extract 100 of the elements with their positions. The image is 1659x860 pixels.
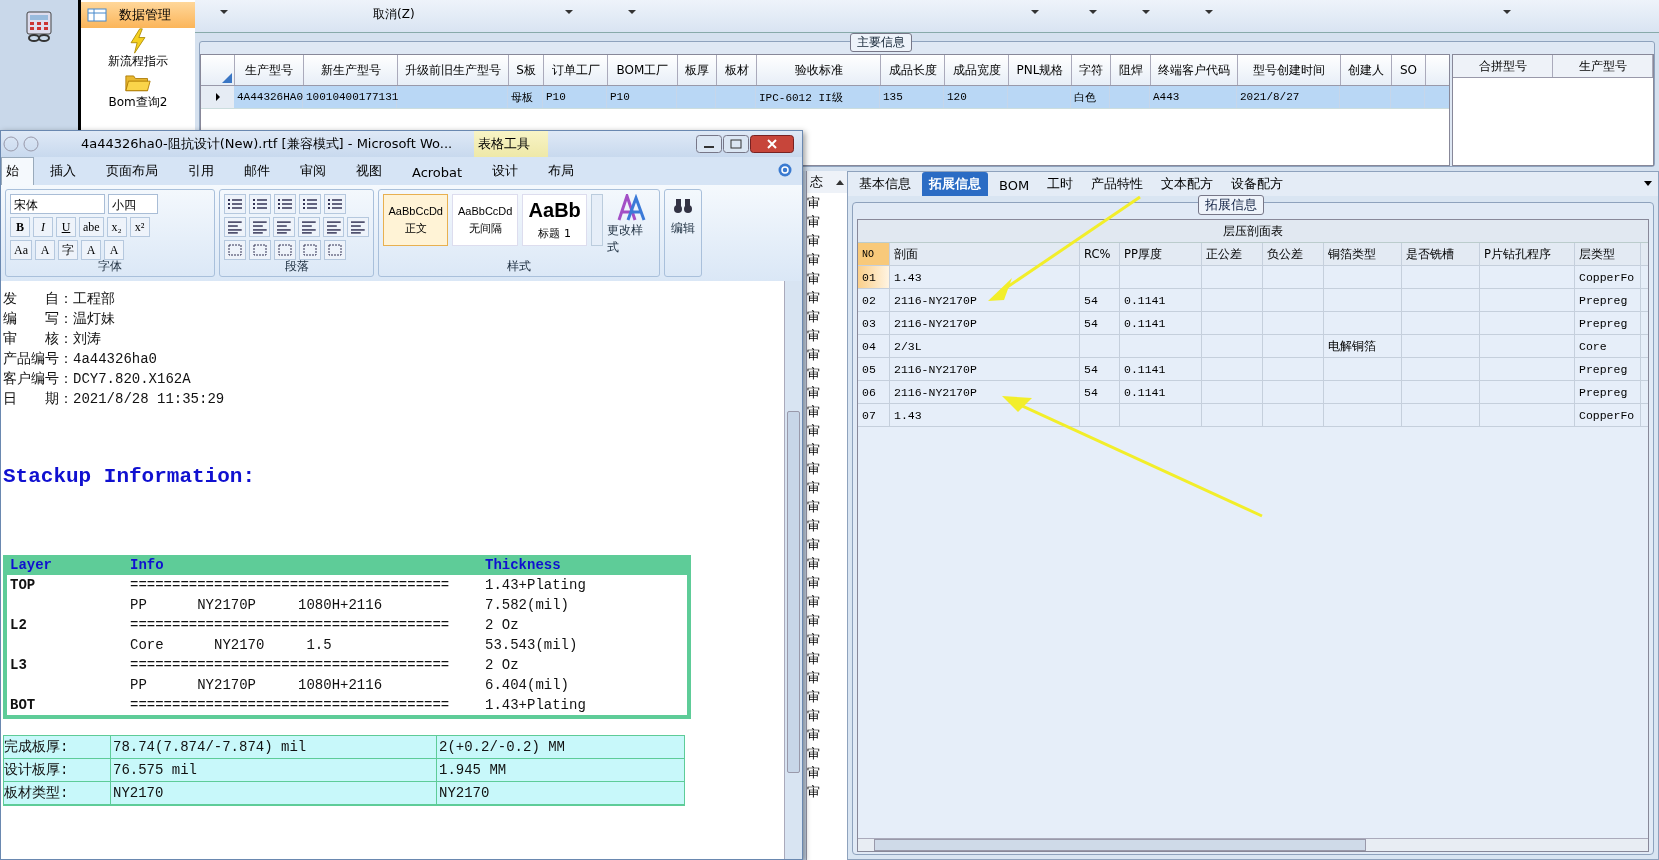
dropdown-caret-icon[interactable] <box>1502 10 1511 14</box>
format-button[interactable]: 字 <box>58 240 78 260</box>
column-header[interactable]: 生产型号 <box>235 55 304 85</box>
horizontal-scrollbar[interactable] <box>858 838 1648 851</box>
sidebar-item[interactable]: Bom查询2 <box>106 69 170 110</box>
column-header[interactable]: 终端客户代码 <box>1151 55 1238 85</box>
ribbon-tab[interactable]: Acrobat <box>398 161 477 185</box>
cancel-button[interactable]: 取消(Z) <box>373 6 415 23</box>
font-size-field[interactable]: 小四 <box>108 194 158 214</box>
ribbon-tab[interactable]: 审阅 <box>286 158 340 185</box>
column-header[interactable]: 成品宽度 <box>945 55 1009 85</box>
column-header[interactable]: 剖面 <box>894 246 918 262</box>
column-header[interactable]: P片钻孔程序 <box>1484 246 1551 262</box>
row-number-cell[interactable]: 07 <box>858 404 889 426</box>
ribbon-tab[interactable]: 视图 <box>342 158 396 185</box>
format-button[interactable]: Aa <box>10 240 32 260</box>
column-header[interactable]: RC% <box>1084 247 1111 261</box>
column-header[interactable]: 订单工厂 <box>544 55 608 85</box>
dropdown-caret-icon[interactable] <box>627 10 636 14</box>
row-number-cell[interactable]: 01 <box>858 266 889 288</box>
scroll-up-icon[interactable] <box>836 179 844 185</box>
column-header[interactable]: 铜箔类型 <box>1328 246 1376 262</box>
align-icon[interactable] <box>248 217 271 237</box>
format-button[interactable]: x₂ <box>106 217 127 237</box>
dropdown-caret-icon[interactable] <box>1030 10 1039 14</box>
column-header[interactable]: 验收标准 <box>757 55 881 85</box>
row-number-cell[interactable]: 05 <box>858 358 889 380</box>
column-header[interactable]: 升级前旧生产型号 <box>398 55 509 85</box>
tab[interactable]: BOM <box>992 175 1037 196</box>
tab[interactable]: 拓展信息 <box>922 172 988 196</box>
sort-corner-icon[interactable] <box>222 73 232 83</box>
tab[interactable]: 工时 <box>1040 172 1081 196</box>
sidebar-item[interactable]: 数据管理 <box>81 2 195 28</box>
close-icon[interactable] <box>750 135 794 153</box>
column-header[interactable]: S板 <box>509 55 544 85</box>
list-icon[interactable] <box>324 194 346 214</box>
column-header[interactable]: BOM工厂 <box>608 55 678 85</box>
format-button[interactable]: B <box>10 217 30 237</box>
format-button[interactable]: A <box>35 240 55 260</box>
ribbon-tab[interactable]: 始 <box>1 157 34 185</box>
style-tile[interactable]: AaBb 标题 1 <box>521 194 588 246</box>
tab[interactable]: 基本信息 <box>852 172 918 196</box>
tab[interactable]: 产品特性 <box>1084 172 1151 196</box>
column-header[interactable]: 合拼型号 <box>1453 55 1553 77</box>
format-button[interactable]: abe <box>79 217 104 237</box>
row-number-cell[interactable]: 03 <box>858 312 889 334</box>
format-button[interactable]: I <box>33 217 53 237</box>
style-tile[interactable]: AaBbCcDd 正文 <box>383 194 449 246</box>
column-header[interactable]: 型号创建时间 <box>1238 55 1341 85</box>
row-number-cell[interactable]: 06 <box>858 381 889 403</box>
grid-row[interactable]: 4A44326HA0 10010400177131 母板 P10 P10 IPC-6012 II级 135 120 白色 A443 2021/8/27 <box>201 86 1449 109</box>
column-header[interactable]: 板材 <box>717 55 757 85</box>
column-header[interactable]: 创建人 <box>1341 55 1392 85</box>
ribbon-tab[interactable]: 页面布局 <box>92 158 172 185</box>
ribbon-tab[interactable]: 插入 <box>36 158 90 185</box>
column-header[interactable]: 字符 <box>1072 55 1111 85</box>
format-button[interactable]: U <box>56 217 76 237</box>
column-header[interactable]: 正公差 <box>1206 246 1242 262</box>
format-button[interactable]: A <box>81 240 101 260</box>
column-header[interactable]: 阻焊 <box>1111 55 1151 85</box>
calculator-icon[interactable] <box>23 10 55 42</box>
dropdown-caret-icon[interactable] <box>564 10 573 14</box>
list-icon[interactable] <box>224 194 246 214</box>
column-header[interactable]: 新生产型号 <box>304 55 398 85</box>
column-header[interactable]: 是否铣槽 <box>1406 246 1454 262</box>
column-header[interactable]: PNL规格 <box>1009 55 1072 85</box>
font-name-field[interactable]: 宋体 <box>10 194 105 214</box>
format-button[interactable]: A <box>104 240 124 260</box>
column-header[interactable]: 负公差 <box>1267 246 1303 262</box>
dropdown-caret-icon[interactable] <box>220 10 228 14</box>
dropdown-caret-icon[interactable] <box>1204 10 1213 14</box>
ribbon-tab[interactable]: 布局 <box>534 158 589 185</box>
list-icon[interactable] <box>274 194 296 214</box>
align-icon[interactable] <box>298 217 320 237</box>
format-button[interactable]: x² <box>129 217 150 237</box>
column-header[interactable]: SO <box>1392 55 1426 85</box>
help-icon[interactable] <box>778 163 792 177</box>
sidebar-item[interactable]: 新流程指示 <box>106 28 170 69</box>
align-icon[interactable] <box>322 217 345 237</box>
tab[interactable]: 文本配方 <box>1154 172 1221 196</box>
ribbon-tab[interactable]: 设计 <box>478 158 533 185</box>
row-number-cell[interactable]: 04 <box>858 335 889 357</box>
tab[interactable]: 设备配方 <box>1224 172 1291 196</box>
column-header[interactable]: 板厚 <box>678 55 717 85</box>
gallery-scrollbar[interactable] <box>591 194 604 246</box>
minimize-icon[interactable] <box>696 135 722 153</box>
column-header[interactable]: PP厚度 <box>1124 246 1162 262</box>
align-icon[interactable] <box>273 217 295 237</box>
dropdown-caret-icon[interactable] <box>1088 10 1097 14</box>
list-icon[interactable] <box>299 194 321 214</box>
column-header[interactable]: 生产型号 <box>1553 55 1653 77</box>
column-header[interactable]: 成品长度 <box>881 55 945 85</box>
column-header[interactable]: 层类型 <box>1579 246 1615 262</box>
ribbon-tab[interactable]: 邮件 <box>230 158 284 185</box>
align-icon[interactable] <box>347 217 370 237</box>
change-styles-button[interactable]: 更改样式 <box>607 194 655 256</box>
align-icon[interactable] <box>224 217 246 237</box>
dropdown-caret-icon[interactable] <box>1141 10 1150 14</box>
style-tile[interactable]: AaBbCcDd 无间隔 <box>452 194 518 246</box>
row-number-cell[interactable]: 02 <box>858 289 889 311</box>
